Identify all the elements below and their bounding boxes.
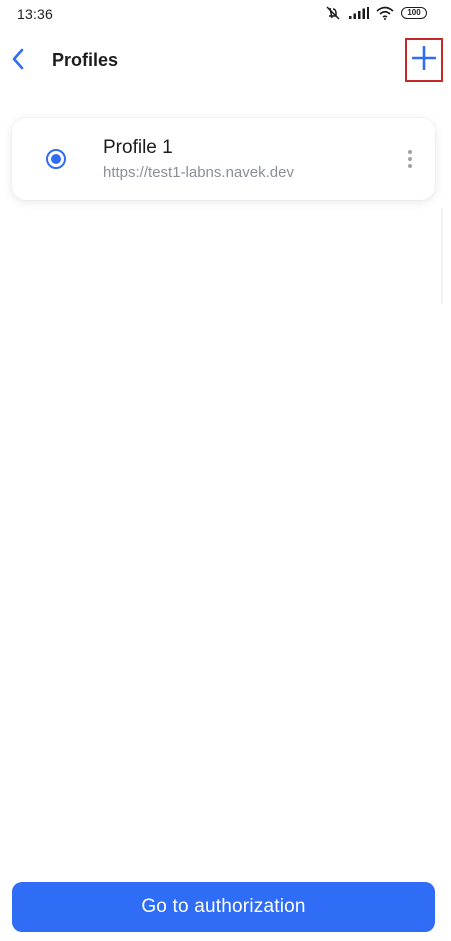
back-button[interactable] — [4, 46, 32, 76]
battery-icon: 100 — [401, 7, 427, 19]
vibrate-off-icon — [324, 6, 342, 20]
more-vertical-icon-dot — [408, 157, 412, 161]
page-title: Profiles — [52, 50, 119, 70]
more-vertical-icon-dot — [408, 164, 412, 168]
app-header: Profiles — [0, 36, 451, 86]
status-icons: 100 — [324, 5, 427, 21]
profile-card[interactable]: Profile 1 https://test1-labns.navek.dev — [12, 118, 435, 200]
go-to-authorization-button[interactable]: Go to authorization — [12, 882, 435, 932]
add-profile-button[interactable] — [405, 38, 443, 82]
signal-icon — [349, 7, 369, 19]
more-vertical-icon-dot — [408, 150, 412, 154]
status-bar: 13:36 100 — [0, 0, 451, 28]
profile-url: https://test1-labns.navek.dev — [103, 164, 294, 181]
profile-radio-selected[interactable] — [46, 149, 66, 169]
radio-dot — [51, 154, 61, 164]
chevron-left-icon — [11, 48, 25, 75]
status-time: 13:36 — [17, 6, 54, 22]
wifi-icon — [376, 6, 394, 20]
plus-icon — [411, 45, 437, 75]
profile-name: Profile 1 — [103, 137, 173, 158]
scrollbar[interactable] — [441, 208, 443, 304]
profiles-screen: 13:36 100 Profiles Profile 1 https://tes… — [0, 0, 451, 941]
more-options-button[interactable] — [401, 144, 419, 174]
